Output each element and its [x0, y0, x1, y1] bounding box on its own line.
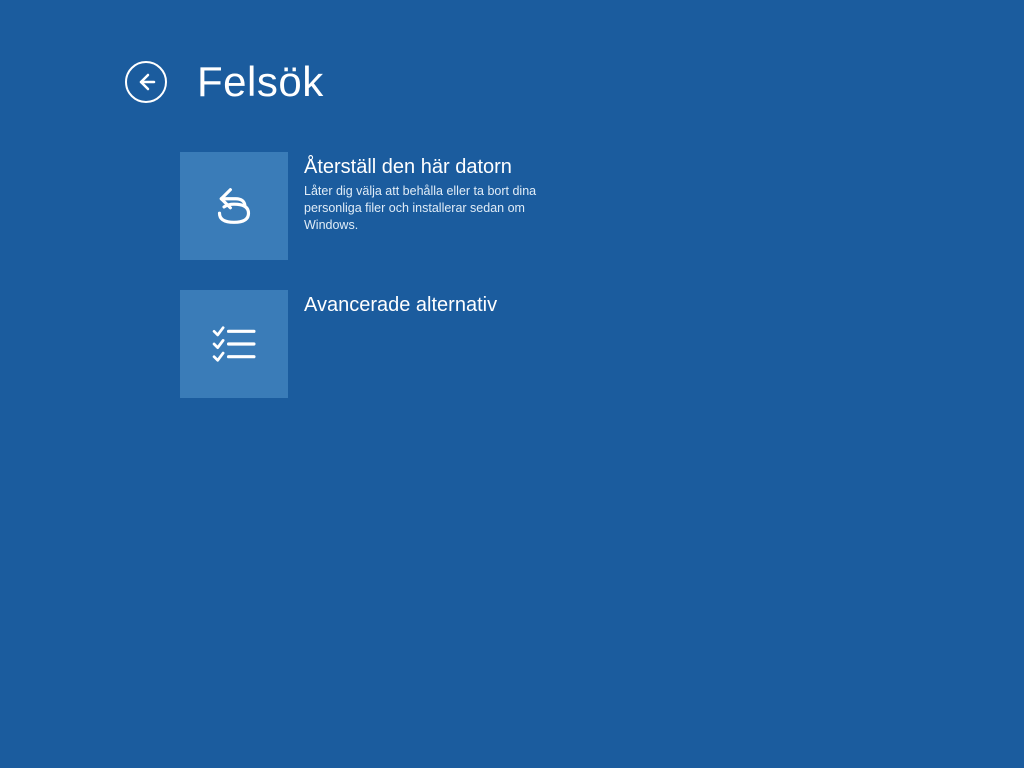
page-title: Felsök: [197, 58, 324, 106]
option-advanced[interactable]: Avancerade alternativ: [180, 290, 620, 398]
header: Felsök: [0, 0, 1024, 106]
options-list: Återställ den här datorn Låter dig välja…: [180, 152, 1024, 398]
back-button[interactable]: [125, 61, 167, 103]
option-text: Avancerade alternativ: [304, 290, 497, 321]
option-title: Återställ den här datorn: [304, 156, 554, 179]
option-reset-pc[interactable]: Återställ den här datorn Låter dig välja…: [180, 152, 620, 260]
option-title: Avancerade alternativ: [304, 294, 497, 317]
advanced-options-icon: [180, 290, 288, 398]
arrow-left-icon: [134, 70, 158, 94]
reset-pc-icon: [180, 152, 288, 260]
option-text: Återställ den här datorn Låter dig välja…: [304, 152, 554, 234]
option-description: Låter dig välja att behålla eller ta bor…: [304, 183, 554, 234]
